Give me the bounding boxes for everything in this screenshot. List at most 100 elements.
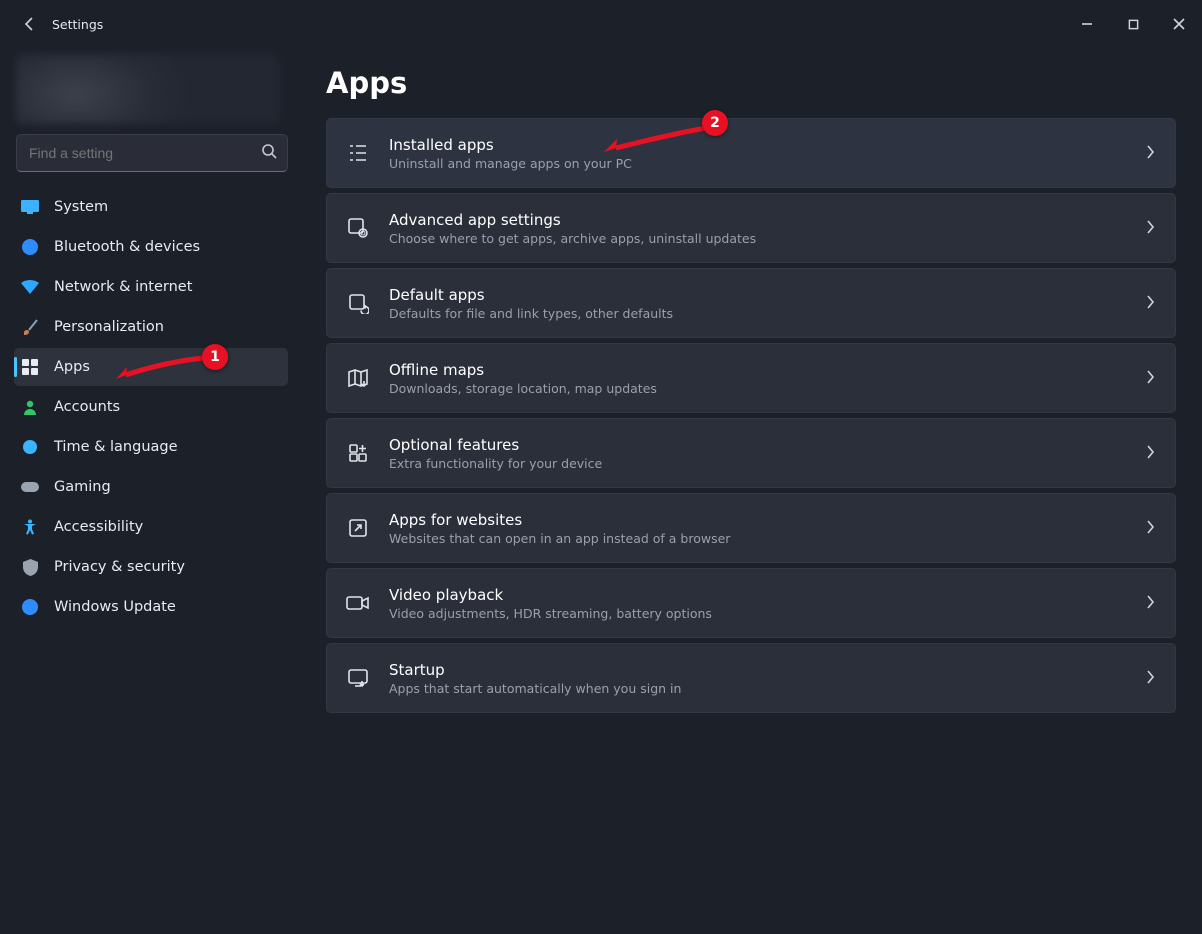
bluetooth-icon [20, 237, 40, 257]
sidebar-item-gaming[interactable]: Gaming [14, 468, 288, 506]
card-subtitle: Video adjustments, HDR streaming, batter… [389, 606, 1127, 621]
brush-icon [20, 317, 40, 337]
card-title: Startup [389, 661, 1127, 679]
sidebar-item-label: Network & internet [54, 279, 192, 295]
card-subtitle: Defaults for file and link types, other … [389, 306, 1127, 321]
card-video-playback[interactable]: Video playback Video adjustments, HDR st… [326, 568, 1176, 638]
sidebar-item-label: Accessibility [54, 519, 143, 535]
card-title: Installed apps [389, 136, 1127, 154]
optional-features-icon [345, 440, 371, 466]
wifi-icon [20, 277, 40, 297]
maximize-button[interactable] [1110, 8, 1156, 40]
chevron-right-icon [1145, 594, 1155, 613]
map-icon [345, 365, 371, 391]
close-button[interactable] [1156, 8, 1202, 40]
chevron-right-icon [1145, 519, 1155, 538]
card-installed-apps[interactable]: Installed apps Uninstall and manage apps… [326, 118, 1176, 188]
sidebar: System Bluetooth & devices Network & int… [0, 48, 296, 934]
card-subtitle: Choose where to get apps, archive apps, … [389, 231, 1127, 246]
apps-icon [20, 357, 40, 377]
card-subtitle: Apps that start automatically when you s… [389, 681, 1127, 696]
annotation-marker-1: 1 [202, 344, 228, 370]
card-subtitle: Uninstall and manage apps on your PC [389, 156, 1127, 171]
open-external-icon [345, 515, 371, 541]
chevron-right-icon [1145, 219, 1155, 238]
marker-number: 2 [710, 115, 720, 131]
sidebar-item-label: Windows Update [54, 599, 176, 615]
card-optional-features[interactable]: Optional features Extra functionality fo… [326, 418, 1176, 488]
card-apps-for-websites[interactable]: Apps for websites Websites that can open… [326, 493, 1176, 563]
sidebar-item-label: Apps [54, 359, 90, 375]
advanced-settings-icon [345, 215, 371, 241]
shield-icon [20, 557, 40, 577]
page-title: Apps [326, 66, 1176, 100]
card-startup[interactable]: Startup Apps that start automatically wh… [326, 643, 1176, 713]
card-offline-maps[interactable]: Offline maps Downloads, storage location… [326, 343, 1176, 413]
sidebar-item-network[interactable]: Network & internet [14, 268, 288, 306]
system-icon [20, 197, 40, 217]
card-advanced-app-settings[interactable]: Advanced app settings Choose where to ge… [326, 193, 1176, 263]
marker-number: 1 [210, 349, 220, 365]
sidebar-item-label: Privacy & security [54, 559, 185, 575]
card-text: Default apps Defaults for file and link … [389, 274, 1127, 333]
chevron-right-icon [1145, 669, 1155, 688]
person-icon [20, 397, 40, 417]
settings-cards: Installed apps Uninstall and manage apps… [326, 118, 1176, 713]
video-icon [345, 590, 371, 616]
sidebar-item-label: System [54, 199, 108, 215]
card-title: Advanced app settings [389, 211, 1127, 229]
card-text: Video playback Video adjustments, HDR st… [389, 574, 1127, 633]
chevron-right-icon [1145, 144, 1155, 163]
card-default-apps[interactable]: Default apps Defaults for file and link … [326, 268, 1176, 338]
card-text: Startup Apps that start automatically wh… [389, 649, 1127, 708]
sidebar-item-time[interactable]: Time & language [14, 428, 288, 466]
card-subtitle: Websites that can open in an app instead… [389, 531, 1127, 546]
chevron-right-icon [1145, 444, 1155, 463]
title-bar-left: Settings [0, 12, 103, 36]
card-text: Optional features Extra functionality fo… [389, 424, 1127, 483]
card-text: Installed apps Uninstall and manage apps… [389, 124, 1127, 183]
card-text: Advanced app settings Choose where to ge… [389, 199, 1127, 258]
sidebar-item-system[interactable]: System [14, 188, 288, 226]
card-subtitle: Downloads, storage location, map updates [389, 381, 1127, 396]
sidebar-item-label: Personalization [54, 319, 164, 335]
chevron-right-icon [1145, 294, 1155, 313]
accessibility-icon [20, 517, 40, 537]
search-icon [261, 143, 277, 163]
card-title: Optional features [389, 436, 1127, 454]
startup-icon [345, 665, 371, 691]
chevron-right-icon [1145, 369, 1155, 388]
annotation-marker-2: 2 [702, 110, 728, 136]
card-title: Default apps [389, 286, 1127, 304]
update-icon [20, 597, 40, 617]
sidebar-item-bluetooth[interactable]: Bluetooth & devices [14, 228, 288, 266]
card-subtitle: Extra functionality for your device [389, 456, 1127, 471]
sidebar-item-accounts[interactable]: Accounts [14, 388, 288, 426]
default-apps-icon [345, 290, 371, 316]
main-content: Apps Installed apps Uninstall and manage… [296, 48, 1202, 934]
card-title: Video playback [389, 586, 1127, 604]
sidebar-item-accessibility[interactable]: Accessibility [14, 508, 288, 546]
installed-apps-icon [345, 140, 371, 166]
card-text: Offline maps Downloads, storage location… [389, 349, 1127, 408]
title-bar: Settings [0, 0, 1202, 48]
card-title: Apps for websites [389, 511, 1127, 529]
layout: System Bluetooth & devices Network & int… [0, 48, 1202, 934]
back-button[interactable] [18, 12, 42, 36]
sidebar-item-label: Gaming [54, 479, 111, 495]
profile-card[interactable] [16, 54, 280, 124]
sidebar-item-update[interactable]: Windows Update [14, 588, 288, 626]
gaming-icon [20, 477, 40, 497]
minimize-button[interactable] [1064, 8, 1110, 40]
sidebar-item-privacy[interactable]: Privacy & security [14, 548, 288, 586]
sidebar-item-label: Bluetooth & devices [54, 239, 200, 255]
sidebar-item-personalization[interactable]: Personalization [14, 308, 288, 346]
search-box[interactable] [16, 134, 288, 172]
window-controls [1064, 8, 1202, 40]
card-text: Apps for websites Websites that can open… [389, 499, 1127, 558]
search-input[interactable] [27, 144, 261, 162]
sidebar-item-label: Accounts [54, 399, 120, 415]
nav: System Bluetooth & devices Network & int… [0, 186, 296, 626]
sidebar-item-apps[interactable]: Apps [14, 348, 288, 386]
clock-icon [20, 437, 40, 457]
